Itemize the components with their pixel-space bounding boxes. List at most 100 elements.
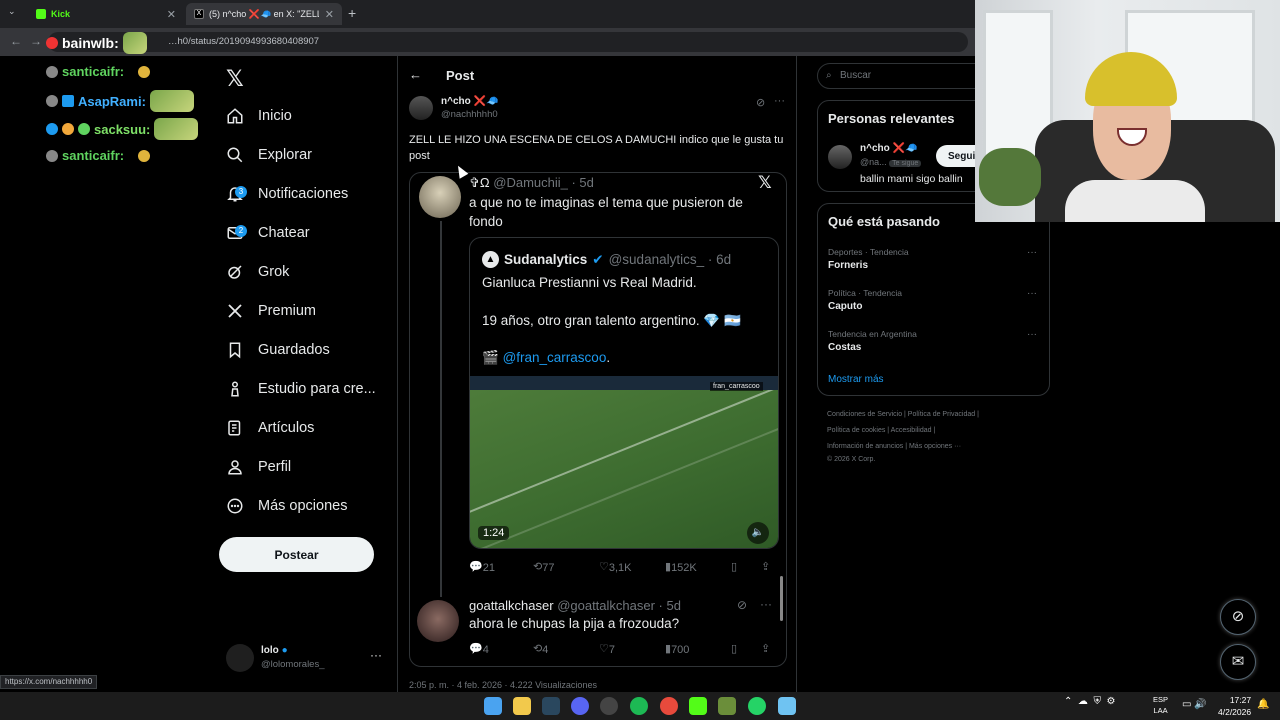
tab-kick[interactable]: Kick ✕ (28, 3, 184, 25)
steam-icon[interactable] (542, 697, 560, 715)
new-tab-button[interactable]: + (348, 5, 356, 21)
more-icon[interactable]: ··· (1027, 288, 1037, 299)
sidebar-item-grok[interactable]: Grok (226, 257, 289, 287)
windows-start-icon[interactable] (484, 697, 502, 715)
share-icon[interactable]: ⇪ (761, 642, 770, 655)
trend-name[interactable]: Caputo (828, 301, 862, 312)
spotify-icon[interactable] (630, 697, 648, 715)
kick-favicon-icon (36, 9, 46, 19)
mention-link[interactable]: @fran_carrascoo (503, 350, 607, 365)
notification-bell-icon[interactable]: 🔔 (1257, 699, 1269, 710)
post-author-handle[interactable]: @nachhhhh0 (441, 109, 498, 120)
like-icon[interactable]: ♡ 3,1K (599, 560, 632, 574)
more-icon[interactable]: ··· (1027, 247, 1037, 258)
search-input[interactable]: ⌕ Buscar (817, 63, 992, 89)
reply-author[interactable]: goattalkchaser @goattalkchaser · 5d (469, 598, 681, 613)
relevant-user-name[interactable]: n^cho ❌🧢 (860, 143, 917, 154)
forward-arrow-icon[interactable]: → (30, 34, 42, 48)
account-name: lolo ● (261, 645, 288, 656)
reply-post[interactable]: goattalkchaser @goattalkchaser · 5d ⊘ ··… (417, 596, 777, 661)
sidebar-item-notificaciones[interactable]: 3 Notificaciones (226, 179, 348, 209)
footer-links[interactable]: Política de cookies | Accesibilidad | (827, 427, 935, 434)
video-player[interactable]: fran_carrascoo 1:24 🔈 (470, 376, 778, 548)
post-button[interactable]: Postear (219, 537, 374, 572)
discord-icon[interactable] (571, 697, 589, 715)
reply-icon[interactable]: 💬 21 (469, 560, 495, 574)
more-icon[interactable]: ··· (760, 597, 772, 611)
system-tray-icons[interactable]: ⌃ ☁ ⛨ ⚙ (1064, 696, 1116, 707)
x-favicon-icon: X (194, 9, 204, 19)
grok-icon[interactable]: ⊘ (737, 598, 747, 612)
network-icon[interactable]: ▭ 🔊 (1182, 699, 1207, 710)
chat-badge-icon (46, 65, 58, 78)
close-tab-icon[interactable]: ✕ (325, 8, 334, 21)
account-switcher[interactable]: lolo ● @lolomorales_ ··· (226, 642, 386, 676)
trend-name[interactable]: Costas (828, 342, 861, 353)
avatar[interactable] (828, 145, 852, 169)
sidebar-item-perfil[interactable]: Perfil (226, 452, 291, 482)
footer-links[interactable]: Condiciones de Servicio | Política de Pr… (827, 411, 979, 418)
back-arrow-icon[interactable]: ← (409, 67, 422, 82)
avatar (226, 644, 254, 672)
avatar[interactable] (409, 96, 433, 120)
post-author-name[interactable]: n^cho ❌🧢 (441, 96, 498, 107)
sidebar-item-articulos[interactable]: Artículos (226, 413, 314, 443)
like-icon[interactable]: ♡ 7 (599, 642, 615, 656)
x-logo-icon[interactable]: 𝕏 (226, 66, 244, 92)
account-more-icon[interactable]: ··· (370, 648, 382, 662)
sidebar-item-mas-opciones[interactable]: Más opciones (226, 491, 347, 521)
avatar[interactable] (419, 176, 461, 218)
whatsapp-icon[interactable] (748, 697, 766, 715)
file-explorer-icon[interactable] (513, 697, 531, 715)
language-indicator[interactable]: ESP LAA (1153, 694, 1168, 716)
url-field[interactable]: …h0/status/2019094993680408907 (48, 32, 968, 52)
quoted-thread[interactable]: ✞Ω @Damuchii_ · 5d 𝕏 a que no te imagina… (409, 172, 787, 667)
inner-quoted-post[interactable]: ▲ Sudanalytics ✔ @sudanalytics_ · 6d Gia… (469, 237, 779, 549)
taskbar-clock[interactable]: 17:27 4/2/2026 (1218, 694, 1251, 718)
share-icon[interactable]: ⇪ (761, 560, 770, 573)
volume-icon[interactable]: 🔈 (747, 522, 769, 544)
sidebar-item-explorar[interactable]: Explorar (226, 140, 312, 170)
tab-x-post[interactable]: X (5) n^cho ❌🧢 en X: "ZELL LE ✕ (186, 3, 342, 25)
grok-fab-icon[interactable]: ⊘ (1220, 599, 1256, 635)
reply-icon[interactable]: 💬 4 (469, 642, 489, 656)
sidebar-item-chatear[interactable]: 2 Chatear (226, 218, 310, 248)
trend-category: Tendencia en Argentina (828, 329, 917, 339)
notification-count-badge: 3 (235, 186, 247, 198)
x-icon (228, 304, 242, 318)
inner-post-author[interactable]: ▲ Sudanalytics ✔ @sudanalytics_ · 6d (482, 251, 731, 268)
notepad-icon[interactable] (778, 697, 796, 715)
article-icon (228, 420, 241, 436)
repost-icon[interactable]: ⟲ 4 (533, 642, 548, 656)
kick-icon[interactable] (689, 697, 707, 715)
obs-icon[interactable] (600, 697, 618, 715)
trending-card: Qué está pasando Deportes · Tendencia Fo… (817, 203, 1050, 396)
sidebar-item-inicio[interactable]: Inicio (226, 101, 292, 131)
back-arrow-icon[interactable]: ← (10, 34, 22, 48)
footer-links[interactable]: Información de anuncios | Más opciones ·… (827, 443, 961, 450)
messages-fab-icon[interactable]: ✉ (1220, 644, 1256, 680)
views-icon[interactable]: ▮ 700 (665, 642, 689, 656)
repost-icon[interactable]: ⟲ 77 (533, 560, 554, 574)
views-icon[interactable]: ▮ 152K (665, 560, 697, 574)
more-icon[interactable]: ··· (1027, 329, 1037, 340)
more-icon[interactable]: ··· (774, 95, 785, 107)
show-more-link[interactable]: Mostrar más (828, 374, 884, 385)
sidebar-item-premium[interactable]: Premium (226, 296, 316, 326)
minecraft-icon[interactable] (718, 697, 736, 715)
avatar[interactable] (417, 600, 459, 642)
pitch-line (470, 376, 778, 523)
chrome-icon[interactable] (660, 697, 678, 715)
close-tab-icon[interactable]: ✕ (167, 8, 176, 21)
sidebar-item-guardados[interactable]: Guardados (226, 335, 330, 365)
chat-badge-icon (46, 37, 58, 49)
bookmark-icon[interactable]: ▯ (731, 642, 737, 655)
account-handle: @lolomorales_ (261, 659, 325, 670)
bookmark-icon[interactable]: ▯ (731, 560, 737, 573)
scrollbar-thumb[interactable] (780, 576, 783, 621)
quote-author[interactable]: ✞Ω @Damuchii_ · 5d (469, 175, 594, 191)
grok-icon[interactable]: ⊘ (756, 96, 765, 109)
trend-name[interactable]: Forneris (828, 260, 868, 271)
sidebar-item-estudio[interactable]: Estudio para cre... (226, 374, 376, 404)
tab-list-icon[interactable]: ⌄ (8, 6, 16, 17)
